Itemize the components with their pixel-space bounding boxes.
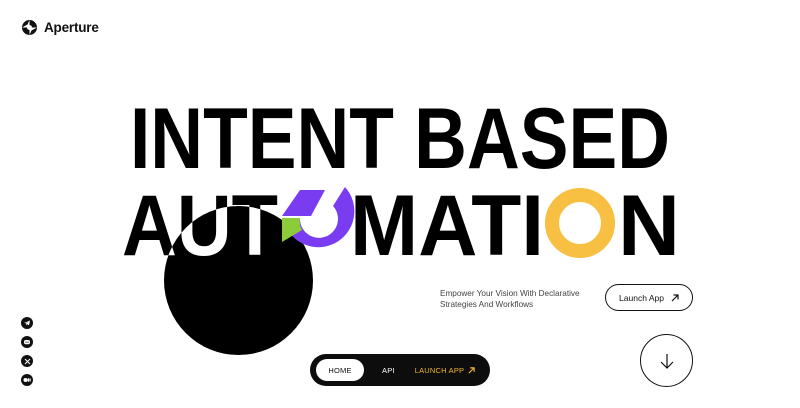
social-links	[21, 317, 33, 386]
purple-o-icon	[282, 187, 355, 248]
brand-logo[interactable]: Aperture	[21, 19, 99, 36]
hero-line-2-part-2: MATI	[350, 178, 544, 274]
scroll-down-button[interactable]	[640, 334, 693, 387]
medium-icon[interactable]	[21, 374, 33, 386]
hero-line-1: INTENT BASED	[130, 91, 670, 187]
hero-headline-graphic: INTENT BASED AUT AUT MATI N	[122, 91, 680, 274]
bottom-navbar: HOME API LAUNCH APP	[310, 354, 490, 386]
aperture-logo-icon	[22, 20, 37, 35]
arrow-up-right-icon	[468, 366, 475, 374]
hero-headline: INTENT BASED AUT AUT MATI N	[0, 90, 800, 280]
x-icon[interactable]	[21, 355, 33, 367]
nav-launch-app[interactable]: LAUNCH APP	[415, 366, 476, 375]
tagline: Empower Your Vision With Declarative Str…	[440, 289, 580, 309]
launch-app-button[interactable]: Launch App	[605, 284, 693, 311]
arrow-up-right-icon	[671, 293, 679, 301]
nav-home[interactable]: HOME	[316, 359, 364, 381]
nav-launch-app-label: LAUNCH APP	[414, 365, 465, 375]
arrow-down-icon	[660, 353, 673, 369]
launch-app-label: Launch App	[619, 292, 664, 303]
hero-line-2-part-3: N	[618, 178, 680, 274]
telegram-icon[interactable]	[21, 317, 33, 329]
yellow-o-icon	[545, 188, 615, 258]
brand-name: Aperture	[44, 20, 99, 35]
nav-api[interactable]: API	[382, 366, 395, 375]
discord-icon[interactable]	[21, 336, 33, 348]
